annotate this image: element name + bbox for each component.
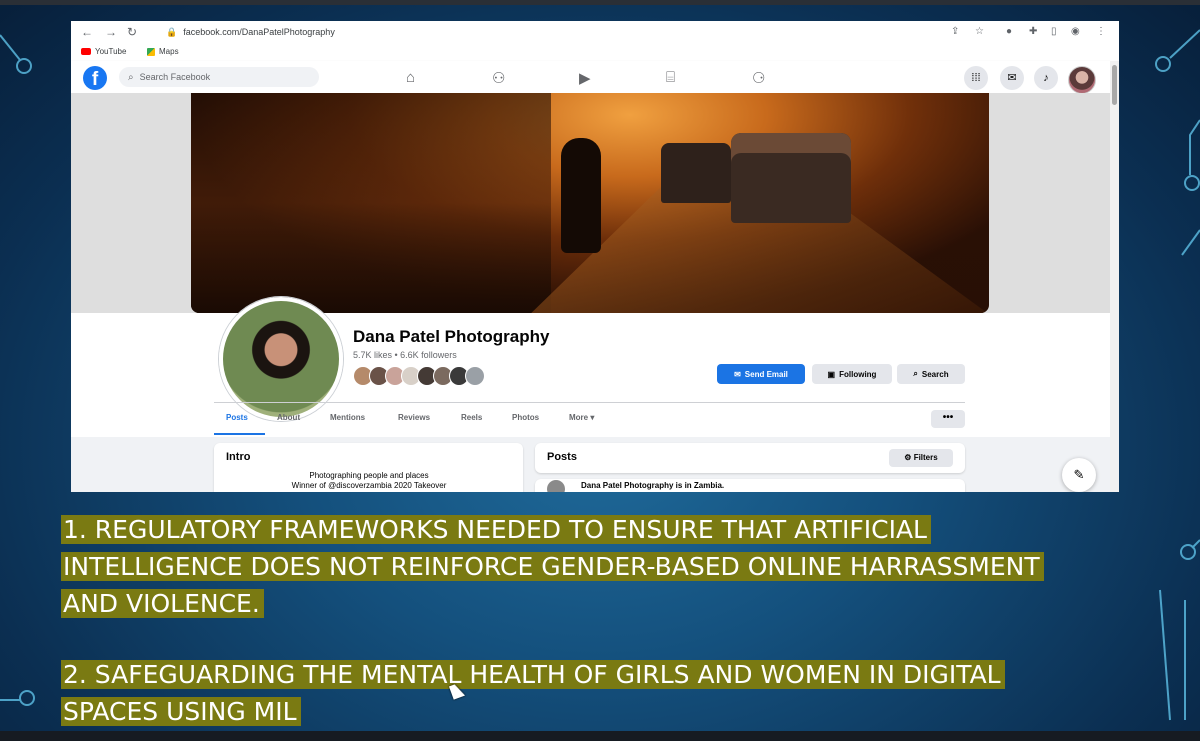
- menu-grid-icon[interactable]: ⁞⁞⁞: [964, 66, 988, 90]
- youtube-icon: [81, 48, 91, 55]
- caption-1-line-3: AND VIOLENCE.: [61, 589, 264, 618]
- caption-1-line-1: 1. REGULATORY FRAMEWORKS NEEDED TO ENSUR…: [61, 515, 931, 544]
- search-icon: ⌕: [913, 369, 918, 378]
- profile-divider: [214, 402, 965, 403]
- messenger-icon[interactable]: ✉: [1000, 66, 1024, 90]
- search-placeholder: Search Facebook: [139, 72, 211, 82]
- posts-header-card: Posts ⚙ Filters: [535, 443, 965, 473]
- page-search-button[interactable]: ⌕ Search: [897, 364, 965, 384]
- maps-icon: [147, 47, 155, 56]
- intro-line-1: Photographing people and places: [309, 471, 429, 480]
- new-message-button[interactable]: ✎: [1062, 458, 1096, 492]
- bookmark-youtube[interactable]: YouTube: [81, 47, 126, 56]
- browser-toolbar: ← → ↻ 🔒 facebook.com/DanaPatelPhotography…: [71, 21, 1119, 46]
- kebab-menu-icon[interactable]: ⋮: [1096, 26, 1106, 37]
- profile-section: Dana Patel Photography 5.7K likes • 6.6K…: [71, 297, 1110, 492]
- feed-area: Intro Photographing people and places Wi…: [71, 437, 1110, 492]
- extension-icon[interactable]: ●: [1006, 26, 1012, 37]
- active-tab-indicator: [214, 433, 265, 435]
- page-scrollbar[interactable]: [1110, 61, 1119, 492]
- url-text: facebook.com/DanaPatelPhotography: [183, 27, 335, 37]
- tab-reviews[interactable]: Reviews: [398, 413, 430, 422]
- bookmark-maps[interactable]: Maps: [147, 47, 179, 56]
- scrollbar-thumb[interactable]: [1112, 65, 1117, 105]
- watch-icon[interactable]: ▶: [579, 69, 591, 87]
- caption-2-line-2: SPACES USING MIL: [61, 697, 301, 726]
- bookmarks-bar: YouTube Maps: [71, 45, 1119, 61]
- more-options-button[interactable]: •••: [931, 410, 965, 428]
- facebook-header: f ⌕ Search Facebook ⌂ ⚇ ▶ ⌸ ⚆ ⁞⁞⁞ ✉ ♪: [71, 61, 1119, 94]
- gaming-icon[interactable]: ⚆: [752, 69, 765, 87]
- address-bar[interactable]: 🔒 facebook.com/DanaPatelPhotography: [166, 27, 335, 38]
- tab-about[interactable]: About: [277, 413, 300, 422]
- send-email-button[interactable]: ✉ Send Email: [717, 364, 805, 384]
- intro-card: Intro Photographing people and places Wi…: [214, 443, 523, 492]
- follower-avatars[interactable]: [353, 366, 485, 386]
- caption-point-2: 2. SAFEGUARDING THE MENTAL HEALTH OF GIR…: [61, 656, 1005, 730]
- tab-more[interactable]: More ▾: [569, 413, 594, 422]
- reload-icon[interactable]: ↻: [127, 25, 137, 39]
- caption-1-line-2: INTELLIGENCE DOES NOT REINFORCE GENDER-B…: [61, 552, 1044, 581]
- chevron-down-icon: ▾: [590, 413, 595, 422]
- compose-icon: ✎: [1073, 467, 1085, 482]
- post-card[interactable]: Dana Patel Photography is in Zambia.: [535, 479, 965, 492]
- facebook-logo-icon[interactable]: f: [83, 66, 107, 90]
- tab-mentions[interactable]: Mentions: [330, 413, 365, 422]
- post-author-avatar[interactable]: [547, 480, 565, 492]
- notifications-icon[interactable]: ♪: [1034, 66, 1058, 90]
- post-header-text[interactable]: Dana Patel Photography is in Zambia.: [581, 481, 724, 490]
- cover-car-near: [731, 133, 851, 223]
- posts-title: Posts: [547, 451, 577, 463]
- tab-reels[interactable]: Reels: [461, 413, 482, 422]
- tab-posts[interactable]: Posts: [226, 413, 248, 422]
- forward-icon[interactable]: →: [105, 25, 117, 39]
- sidepanel-icon[interactable]: ▯: [1051, 26, 1057, 37]
- intro-title: Intro: [226, 451, 251, 463]
- search-input[interactable]: ⌕ Search Facebook: [119, 67, 319, 87]
- facebook-screenshot: ← → ↻ 🔒 facebook.com/DanaPatelPhotography…: [71, 21, 1119, 492]
- marketplace-icon[interactable]: ⌸: [666, 69, 675, 86]
- following-icon: ▣: [827, 369, 836, 379]
- cover-cyclist: [561, 138, 601, 253]
- puzzle-icon[interactable]: ✚: [1029, 26, 1037, 37]
- cover-trees: [191, 93, 551, 313]
- mail-icon: ✉: [734, 369, 741, 379]
- lock-icon: 🔒: [166, 27, 178, 37]
- intro-line-2: Winner of @discoverzambia 2020 Takeover: [291, 481, 447, 490]
- friends-icon[interactable]: ⚇: [492, 69, 505, 87]
- search-icon: ⌕: [128, 71, 134, 83]
- page-title: Dana Patel Photography: [353, 327, 550, 346]
- caption-point-1: 1. REGULATORY FRAMEWORKS NEEDED TO ENSUR…: [61, 511, 1044, 622]
- filters-button[interactable]: ⚙ Filters: [889, 449, 953, 467]
- share-icon[interactable]: ⇪: [951, 26, 959, 37]
- caption-2-line-1: 2. SAFEGUARDING THE MENTAL HEALTH OF GIR…: [61, 660, 1005, 689]
- top-edge-bar: [0, 0, 1200, 5]
- filters-icon: ⚙: [904, 453, 912, 462]
- cover-car-far: [661, 143, 731, 203]
- cover-area: [71, 93, 1110, 313]
- bookmark-star-icon[interactable]: ☆: [975, 26, 984, 37]
- page-stats[interactable]: 5.7K likes • 6.6K followers: [353, 350, 457, 360]
- back-icon[interactable]: ←: [81, 25, 93, 39]
- profile-icon[interactable]: ◉: [1071, 26, 1080, 37]
- following-button[interactable]: ▣ Following: [812, 364, 892, 384]
- account-avatar[interactable]: [1068, 66, 1096, 94]
- tab-photos[interactable]: Photos: [512, 413, 539, 422]
- cover-photo[interactable]: [191, 93, 989, 313]
- bottom-edge-bar: [0, 731, 1200, 741]
- home-icon[interactable]: ⌂: [406, 69, 415, 86]
